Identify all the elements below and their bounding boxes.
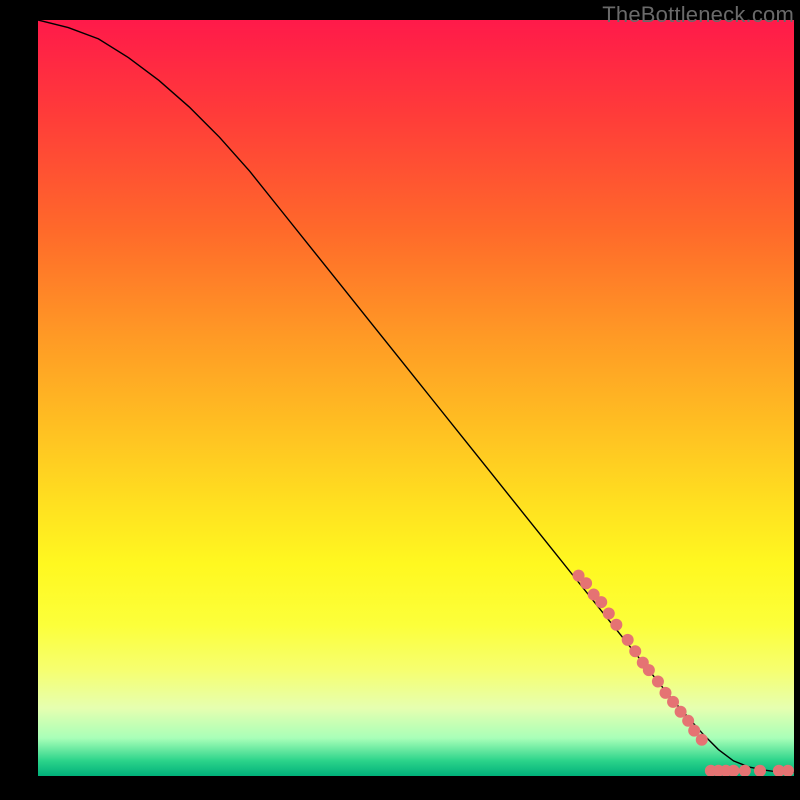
data-point	[643, 664, 655, 676]
data-point	[580, 577, 592, 589]
data-point	[610, 619, 622, 631]
data-point	[754, 765, 766, 776]
chart-frame: TheBottleneck.com	[0, 0, 800, 800]
data-point	[696, 734, 708, 746]
data-point	[622, 634, 634, 646]
data-point	[652, 676, 664, 688]
scatter-points	[573, 570, 794, 776]
data-point	[629, 645, 641, 657]
plot-area	[38, 20, 794, 776]
curve-line	[38, 20, 794, 772]
data-point	[603, 607, 615, 619]
data-point	[595, 596, 607, 608]
data-point	[782, 765, 794, 776]
chart-svg	[38, 20, 794, 776]
data-point	[667, 696, 679, 708]
watermark-text: TheBottleneck.com	[602, 2, 794, 28]
